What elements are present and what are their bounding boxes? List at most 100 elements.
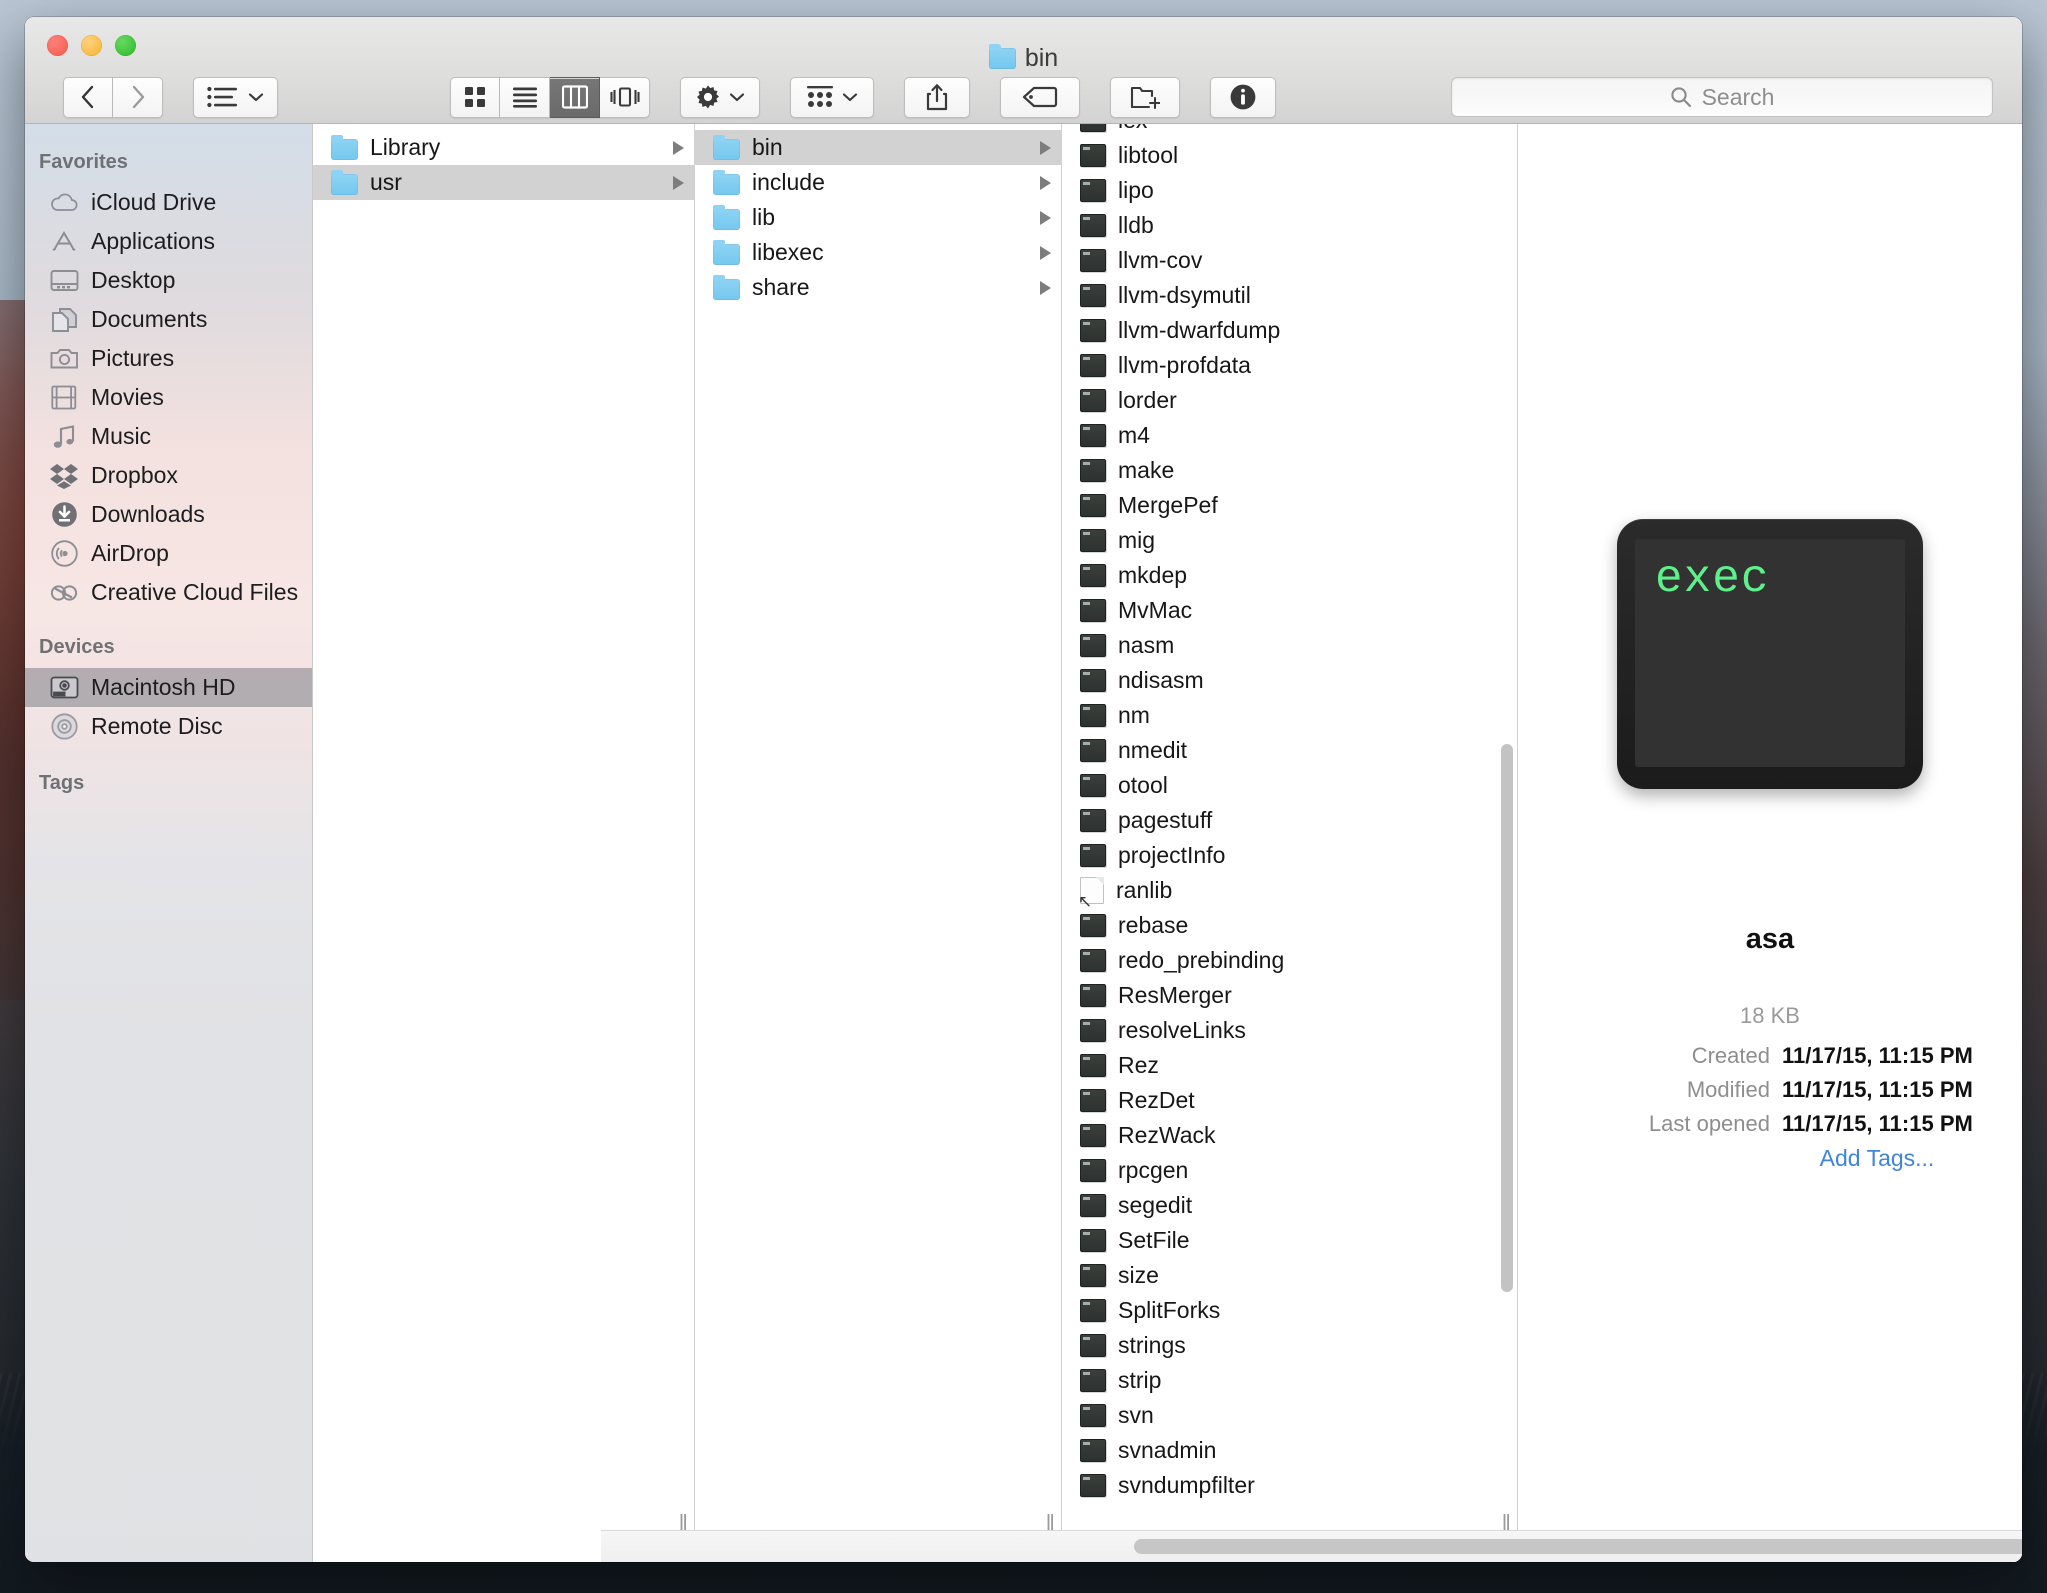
row-label: share [752, 274, 1028, 301]
desktop-icon [49, 267, 79, 295]
search-input[interactable]: Search [1451, 77, 1993, 117]
column-row-lipo[interactable]: lipo [1062, 173, 1517, 208]
sidebar-item-icloud-drive[interactable]: iCloud Drive [25, 183, 312, 222]
executable-icon [1080, 424, 1106, 447]
column-row-libtool[interactable]: libtool [1062, 138, 1517, 173]
column-row-llvm-profdata[interactable]: llvm-profdata [1062, 348, 1517, 383]
column-row-svn[interactable]: svn [1062, 1398, 1517, 1433]
sidebar-item-dropbox[interactable]: Dropbox [25, 456, 312, 495]
column-row-otool[interactable]: otool [1062, 768, 1517, 803]
column-row-size[interactable]: size [1062, 1258, 1517, 1293]
metadata-value: 11/17/15, 11:15 PM [1782, 1107, 1996, 1141]
column-vertical-scrollbar[interactable] [1501, 744, 1513, 1292]
metadata-row-last-opened: Last opened 11/17/15, 11:15 PM [1556, 1107, 1984, 1141]
tag-button[interactable] [1000, 77, 1080, 118]
sidebar-item-remote-disc[interactable]: Remote Disc [25, 707, 312, 746]
column-row-share[interactable]: share [695, 270, 1061, 305]
back-button[interactable] [63, 77, 113, 118]
column-row-llvm-dwarfdump[interactable]: llvm-dwarfdump [1062, 313, 1517, 348]
column-row-pagestuff[interactable]: pagestuff [1062, 803, 1517, 838]
sidebar-item-music[interactable]: Music [25, 417, 312, 456]
sidebar-item-documents[interactable]: Documents [25, 300, 312, 339]
sidebar-item-airdrop[interactable]: AirDrop [25, 534, 312, 573]
action-gear-dropdown[interactable] [680, 77, 760, 118]
chevron-right-icon [1040, 281, 1051, 295]
pictures-icon [49, 345, 79, 373]
window-titlebar[interactable]: bin [25, 17, 2022, 124]
sidebar-item-applications[interactable]: Applications [25, 222, 312, 261]
group-by-dropdown[interactable] [790, 77, 874, 118]
column-row-splitforks[interactable]: SplitForks [1062, 1293, 1517, 1328]
coverflow-view-button[interactable] [600, 77, 650, 118]
column-row-strip[interactable]: strip [1062, 1363, 1517, 1398]
column-row-library[interactable]: Library [313, 130, 694, 165]
executable-icon [1080, 124, 1106, 132]
column-row-usr[interactable]: usr [313, 165, 694, 200]
column-row-mig[interactable]: mig [1062, 523, 1517, 558]
navigation-buttons [63, 77, 163, 118]
column-row-lex[interactable]: lex [1062, 124, 1517, 138]
zoom-button[interactable] [115, 35, 136, 56]
column-row-bin[interactable]: bin [695, 130, 1061, 165]
column-row-mergepef[interactable]: MergePef [1062, 488, 1517, 523]
column-row-lldb[interactable]: lldb [1062, 208, 1517, 243]
folder-icon [713, 209, 740, 230]
row-label: size [1118, 1262, 1507, 1289]
column-row-libexec[interactable]: libexec [695, 235, 1061, 270]
column-row-rez[interactable]: Rez [1062, 1048, 1517, 1083]
column-row-rezwack[interactable]: RezWack [1062, 1118, 1517, 1153]
column-row-nm[interactable]: nm [1062, 698, 1517, 733]
column-row-setfile[interactable]: SetFile [1062, 1223, 1517, 1258]
sidebar-item-macintosh-hd[interactable]: Macintosh HD [25, 668, 312, 707]
horizontal-scrollbar-thumb[interactable] [1134, 1539, 2022, 1554]
sidebar-item-label: Creative Cloud Files [91, 579, 298, 606]
sidebar-section-tags: Tags [25, 746, 312, 804]
harddisk-icon [49, 674, 79, 702]
minimize-button[interactable] [81, 35, 102, 56]
close-button[interactable] [47, 35, 68, 56]
column-row-resmerger[interactable]: ResMerger [1062, 978, 1517, 1013]
column-row-ranlib[interactable]: ranlib [1062, 873, 1517, 908]
column-row-nasm[interactable]: nasm [1062, 628, 1517, 663]
column-row-resolvelinks[interactable]: resolveLinks [1062, 1013, 1517, 1048]
column-view-button[interactable] [550, 77, 600, 118]
arrange-dropdown[interactable] [193, 77, 278, 118]
column-row-mkdep[interactable]: mkdep [1062, 558, 1517, 593]
sidebar-item-downloads[interactable]: Downloads [25, 495, 312, 534]
column-row-redo-prebinding[interactable]: redo_prebinding [1062, 943, 1517, 978]
new-folder-button[interactable] [1110, 77, 1180, 118]
icon-view-button[interactable] [450, 77, 500, 118]
row-label: svndumpfilter [1118, 1472, 1507, 1499]
column-row-m4[interactable]: m4 [1062, 418, 1517, 453]
sidebar-item-movies[interactable]: Movies [25, 378, 312, 417]
row-label: ResMerger [1118, 982, 1507, 1009]
column-row-rpcgen[interactable]: rpcgen [1062, 1153, 1517, 1188]
column-row-strings[interactable]: strings [1062, 1328, 1517, 1363]
column-row-rezdet[interactable]: RezDet [1062, 1083, 1517, 1118]
column-row-rebase[interactable]: rebase [1062, 908, 1517, 943]
column-row-lorder[interactable]: lorder [1062, 383, 1517, 418]
column-row-svndumpfilter[interactable]: svndumpfilter [1062, 1468, 1517, 1503]
horizontal-scrollbar-track[interactable] [601, 1530, 2022, 1562]
column-row-lib[interactable]: lib [695, 200, 1061, 235]
forward-button[interactable] [113, 77, 163, 118]
column-row-llvm-dsymutil[interactable]: llvm-dsymutil [1062, 278, 1517, 313]
sidebar-item-pictures[interactable]: Pictures [25, 339, 312, 378]
column-row-nmedit[interactable]: nmedit [1062, 733, 1517, 768]
list-view-button[interactable] [500, 77, 550, 118]
column-row-mvmac[interactable]: MvMac [1062, 593, 1517, 628]
share-button[interactable] [904, 77, 970, 118]
column-row-svnadmin[interactable]: svnadmin [1062, 1433, 1517, 1468]
column-row-projectinfo[interactable]: projectInfo [1062, 838, 1517, 873]
row-label: strings [1118, 1332, 1507, 1359]
preview-terminal-screen: exec [1635, 539, 1905, 767]
sidebar-item-creative-cloud-files[interactable]: Creative Cloud Files [25, 573, 312, 612]
add-tags-link[interactable]: Add Tags... [1606, 1145, 1935, 1172]
column-row-ndisasm[interactable]: ndisasm [1062, 663, 1517, 698]
column-row-segedit[interactable]: segedit [1062, 1188, 1517, 1223]
sidebar-item-desktop[interactable]: Desktop [25, 261, 312, 300]
column-row-llvm-cov[interactable]: llvm-cov [1062, 243, 1517, 278]
info-button[interactable] [1210, 77, 1276, 118]
column-row-make[interactable]: make [1062, 453, 1517, 488]
column-row-include[interactable]: include [695, 165, 1061, 200]
